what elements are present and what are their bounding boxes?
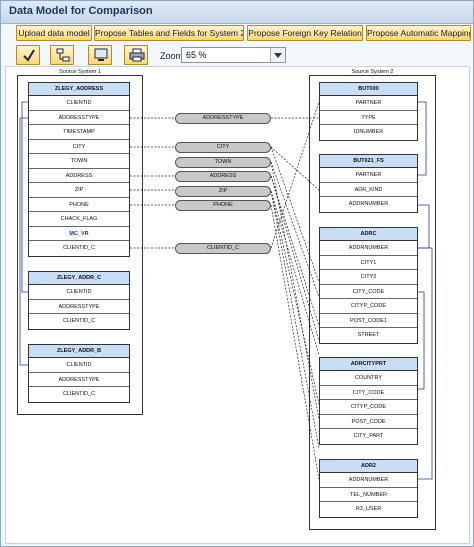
connector-line [270, 190, 320, 356]
connector-line [270, 175, 320, 327]
fk-line [418, 204, 430, 249]
title-bar: Data Model for Comparison [1, 1, 473, 24]
fk-line [418, 247, 433, 480]
connector-line [270, 101, 320, 249]
window-title: Data Model for Comparison [9, 5, 153, 17]
fk-line [418, 291, 425, 390]
connector-line [270, 146, 320, 191]
fk-line [19, 117, 28, 366]
diagram-canvas: Source System 1 Source System 2 ZLEGY_AD… [5, 66, 470, 544]
print-icon-button[interactable] [124, 45, 148, 65]
propose-tables-fields-button[interactable]: Propose Tables and Fields for System 2 [94, 25, 244, 41]
check-icon-button[interactable] [16, 45, 40, 65]
fk-line [21, 101, 28, 293]
connector-line [270, 161, 320, 420]
zoom-value: 65 % [186, 50, 207, 60]
model-icon-button[interactable] [50, 45, 74, 65]
chevron-down-icon[interactable] [270, 48, 285, 62]
fk-line [418, 101, 427, 176]
connector-lines [19, 101, 433, 480]
screen-icon-button[interactable] [88, 45, 112, 65]
check-icon [23, 49, 35, 62]
zoom-label: Zoom [160, 51, 184, 61]
connector-line [270, 190, 320, 405]
upload-data-model-button[interactable]: Upload data model [16, 25, 92, 41]
propose-automatic-mapping-button[interactable]: Propose Automatic Mapping [366, 25, 471, 41]
model-icon [56, 48, 70, 62]
screen-icon [94, 48, 108, 61]
print-icon [129, 48, 145, 62]
propose-foreign-key-button[interactable]: Propose Foreign Key Relation [247, 25, 363, 41]
zoom-select[interactable]: 65 % [181, 47, 286, 63]
connector-line [270, 204, 320, 480]
